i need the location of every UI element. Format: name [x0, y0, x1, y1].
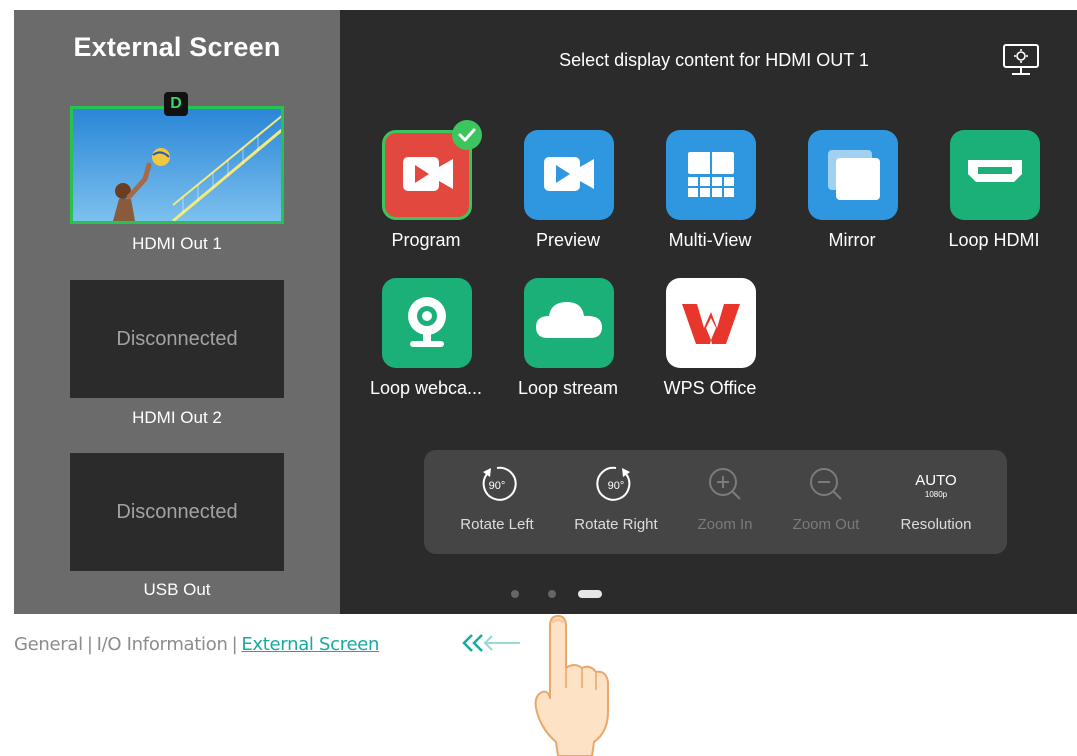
mirror-windows-icon [808, 130, 898, 220]
page-dot-3-active[interactable] [578, 590, 602, 598]
tool-label: Zoom Out [792, 516, 860, 533]
app-loop-hdmi[interactable]: Loop HDMI [924, 130, 1064, 280]
hdmi-out-1-thumbnail[interactable] [70, 106, 284, 224]
preview-camera-icon [524, 130, 614, 220]
usb-out-thumbnail[interactable]: Disconnected [70, 453, 284, 571]
hdmi-out-2-thumbnail[interactable]: Disconnected [70, 280, 284, 398]
tool-label: Rotate Right [574, 516, 658, 533]
wps-office-logo-icon [666, 278, 756, 368]
webcam-icon [382, 278, 472, 368]
hdmi-out-1-label: HDMI Out 1 [132, 234, 222, 253]
tool-label: Rotate Left [460, 516, 534, 533]
cloud-icon [524, 278, 614, 368]
page-title: External Screen [73, 32, 281, 62]
output-sidebar: External Screen D HDMI Out 1 Disconnecte… [14, 10, 340, 614]
rotate-left-icon-text: 90° [489, 480, 506, 492]
app-label: Preview [535, 230, 601, 250]
content-selection-title: Select display content for HDMI OUT 1 [559, 50, 869, 70]
app-label: Program [391, 230, 461, 250]
app-loop-webcam[interactable]: Loop webca... [356, 278, 496, 428]
rotate-right-icon-text: 90° [608, 480, 625, 492]
hdmi-out-2-label: HDMI Out 2 [132, 408, 222, 427]
display-toolbar: 90° Rotate Left 90° Rotate Right Zoom In [424, 450, 1007, 554]
breadcrumb-separator: | [86, 634, 93, 655]
rotate-right-90-icon: 90° [596, 466, 631, 501]
breadcrumb: General | I/O Information | External Screen [14, 634, 379, 655]
app-label: WPS Office [663, 378, 757, 398]
selected-check-icon [452, 120, 482, 150]
app-loop-stream[interactable]: Loop stream [498, 278, 638, 428]
usb-out-status: Disconnected [116, 500, 238, 523]
auto-resolution-icon: AUTO 1080p [881, 464, 991, 504]
app-label: Loop HDMI [948, 230, 1040, 250]
auto-resolution-text: AUTO [915, 472, 957, 489]
multi-view-grid-icon [666, 130, 756, 220]
app-multi-view[interactable]: Multi-View [640, 130, 780, 280]
hdmi-port-icon [950, 130, 1040, 220]
auto-resolution-subtext: 1080p [924, 490, 948, 499]
external-screen-panel: External Screen D HDMI Out 1 Disconnecte… [14, 10, 1077, 614]
breadcrumb-general[interactable]: General [14, 634, 83, 655]
app-program[interactable]: Program [356, 120, 496, 280]
resolution-button[interactable]: AUTO 1080p Resolution [881, 464, 991, 544]
pointing-hand-icon [534, 615, 609, 756]
app-label: Loop webca... [369, 378, 483, 398]
zoom-in-icon [709, 468, 741, 500]
app-wps-office[interactable]: WPS Office [640, 278, 780, 428]
app-label: Multi-View [668, 230, 752, 250]
page-dot-2[interactable] [548, 590, 556, 598]
breadcrumb-external-screen[interactable]: External Screen [241, 634, 379, 655]
app-preview[interactable]: Preview [498, 130, 638, 280]
swipe-left-arrow-icon [462, 634, 520, 652]
breadcrumb-io-information[interactable]: I/O Information [97, 634, 228, 655]
hdmi-out-2-status: Disconnected [116, 327, 238, 350]
rotate-left-90-icon: 90° [482, 466, 517, 501]
app-label: Mirror [828, 230, 876, 250]
rotate-left-button[interactable]: 90° Rotate Left [442, 464, 552, 544]
zoom-out-button[interactable]: Zoom Out [771, 464, 881, 544]
zoom-in-button[interactable]: Zoom In [670, 464, 780, 544]
breadcrumb-separator: | [231, 634, 238, 655]
display-settings-icon [1003, 44, 1039, 75]
rotate-right-button[interactable]: 90° Rotate Right [561, 464, 671, 544]
app-mirror[interactable]: Mirror [782, 130, 922, 280]
tool-label: Zoom In [697, 516, 753, 533]
zoom-out-icon [810, 468, 842, 500]
d-badge: D [164, 92, 188, 116]
display-settings-button[interactable] [1002, 43, 1040, 77]
volleyball-preview-image [73, 109, 281, 221]
usb-out-label: USB Out [143, 580, 211, 599]
tool-label: Resolution [900, 516, 972, 533]
app-label: Loop stream [517, 378, 619, 398]
page-dot-1[interactable] [511, 590, 519, 598]
